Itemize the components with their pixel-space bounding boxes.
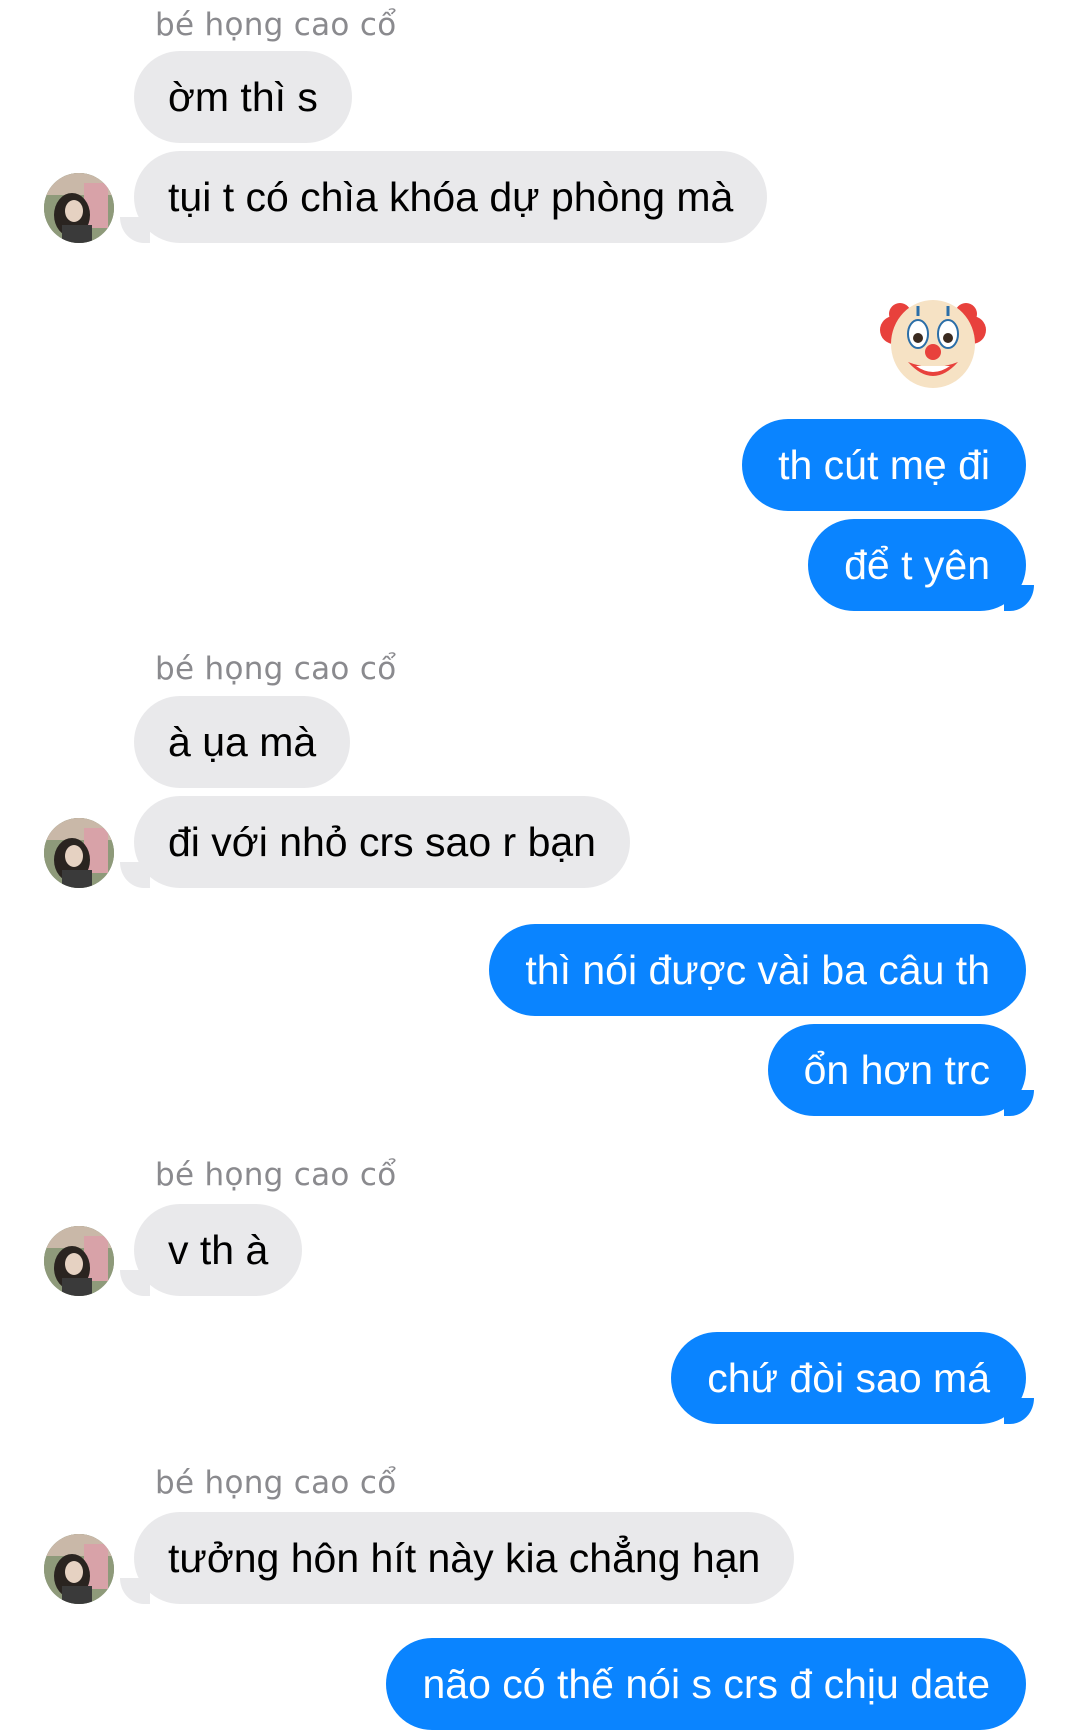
sender-name: bé họng cao cổ bbox=[155, 1465, 397, 1501]
message-bubble-outgoing[interactable]: ổn hơn trc bbox=[767, 1024, 1026, 1116]
avatar-photo bbox=[44, 173, 114, 243]
bubble-tail bbox=[120, 1578, 150, 1604]
contact-avatar[interactable] bbox=[44, 1226, 114, 1296]
message-bubble-outgoing[interactable]: th cút mẹ đi bbox=[742, 419, 1026, 511]
clown-face-icon[interactable] bbox=[880, 292, 986, 392]
avatar-photo bbox=[44, 1226, 114, 1296]
message-bubble-outgoing[interactable]: để t yên bbox=[808, 519, 1026, 611]
bubble-tail bbox=[120, 1270, 150, 1296]
contact-avatar[interactable] bbox=[44, 173, 114, 243]
avatar-photo bbox=[44, 818, 114, 888]
sender-name: bé họng cao cổ bbox=[155, 7, 397, 43]
sender-name: bé họng cao cổ bbox=[155, 1157, 397, 1193]
bubble-tail bbox=[1004, 1398, 1034, 1424]
message-bubble-outgoing[interactable]: thì nói được vài ba câu th bbox=[489, 924, 1026, 1016]
bubble-tail bbox=[1004, 585, 1034, 611]
bubble-tail bbox=[120, 862, 150, 888]
contact-avatar[interactable] bbox=[44, 818, 114, 888]
message-bubble-incoming[interactable]: đi với nhỏ crs sao r bạn bbox=[134, 796, 630, 888]
contact-avatar[interactable] bbox=[44, 1534, 114, 1604]
message-bubble-outgoing[interactable]: chứ đòi sao má bbox=[671, 1332, 1026, 1424]
message-bubble-outgoing[interactable]: não có thế nói s crs đ chịu date bbox=[386, 1638, 1026, 1730]
message-bubble-incoming[interactable]: v th à bbox=[134, 1204, 303, 1296]
message-bubble-incoming[interactable]: à ụa mà bbox=[134, 696, 351, 788]
avatar-photo bbox=[44, 1534, 114, 1604]
bubble-tail bbox=[1004, 1090, 1034, 1116]
message-bubble-incoming[interactable]: tưởng hôn hít này kia chẳng hạn bbox=[134, 1512, 795, 1604]
message-bubble-incoming[interactable]: tụi t có chìa khóa dự phòng mà bbox=[134, 151, 768, 243]
sender-name: bé họng cao cổ bbox=[155, 651, 397, 687]
message-bubble-incoming[interactable]: ờm thì s bbox=[134, 51, 352, 143]
